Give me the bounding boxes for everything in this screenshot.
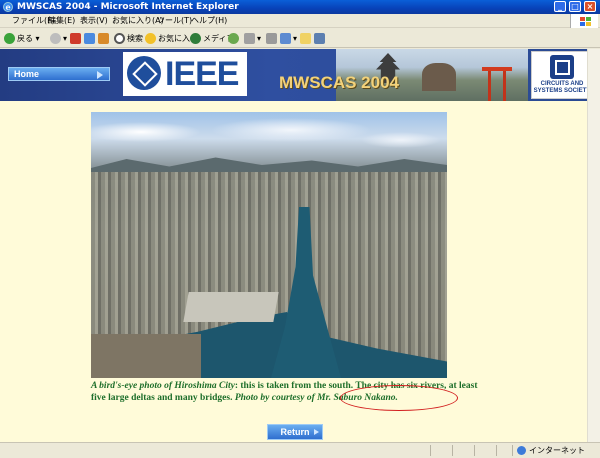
mail-button[interactable]: ▾ — [244, 32, 261, 45]
cas-logo-icon — [550, 55, 574, 79]
menu-tools[interactable]: ツール(T) — [157, 16, 192, 26]
menu-view[interactable]: 表示(V) — [80, 16, 108, 26]
search-icon — [114, 33, 125, 44]
menu-edit[interactable]: 編集(E) — [48, 16, 75, 26]
history-button[interactable] — [228, 32, 241, 45]
atomic-dome-image — [422, 63, 456, 91]
home-page-button[interactable] — [98, 32, 111, 45]
edit-icon — [280, 33, 291, 44]
folder-icon — [300, 33, 311, 44]
vertical-scrollbar[interactable] — [587, 49, 600, 442]
site-banner: Home IEEE MWSCAS 2004 CIRCUITS AND SYSTE… — [0, 49, 600, 101]
arrow-right-icon — [314, 429, 319, 435]
history-icon — [228, 33, 239, 44]
print-button[interactable] — [266, 32, 279, 45]
messenger-icon — [314, 33, 325, 44]
forward-arrow-icon — [50, 33, 61, 44]
minimize-button[interactable]: _ — [554, 1, 566, 12]
arrow-right-icon — [97, 71, 103, 79]
menu-help[interactable]: ヘルプ(H) — [191, 16, 227, 26]
home-icon — [98, 33, 109, 44]
security-zone-label: インターネット — [529, 446, 585, 455]
credit-highlight-oval — [340, 385, 458, 411]
back-button[interactable]: 戻る ▾ — [4, 32, 40, 45]
media-icon — [190, 33, 201, 44]
internet-zone-icon — [517, 446, 526, 455]
forward-button[interactable]: ▾ — [50, 32, 67, 45]
mail-icon — [244, 33, 255, 44]
edit-button[interactable]: ▾ — [280, 32, 297, 45]
windows-logo-icon — [570, 14, 598, 28]
stop-icon — [70, 33, 81, 44]
refresh-button[interactable] — [84, 32, 97, 45]
maximize-button[interactable]: □ — [569, 1, 581, 12]
toolbar: 戻る ▾ ▾ 検索 お気に入り メディア ▾ ▾ — [0, 29, 600, 48]
return-button[interactable]: Return — [267, 424, 323, 440]
window-title: MWSCAS 2004 - Microsoft Internet Explore… — [17, 2, 239, 12]
stop-button[interactable] — [70, 32, 83, 45]
ieee-logo: IEEE — [123, 52, 247, 96]
hiroshima-aerial-photo — [91, 112, 447, 378]
home-link-button[interactable]: Home — [8, 67, 110, 81]
status-bar: インターネット — [0, 442, 600, 458]
web-page: Home IEEE MWSCAS 2004 CIRCUITS AND SYSTE… — [0, 49, 600, 442]
star-icon — [145, 33, 156, 44]
messenger-button[interactable] — [314, 32, 327, 45]
discuss-button[interactable] — [300, 32, 313, 45]
torii-gate-image — [482, 67, 512, 101]
close-button[interactable]: × — [584, 1, 596, 12]
search-button[interactable]: 検索 — [114, 32, 143, 45]
menu-favorites[interactable]: お気に入り(A) — [112, 16, 164, 26]
caption-title: A bird's-eye photo of Hiroshima City — [91, 381, 235, 391]
window-title-bar[interactable]: e MWSCAS 2004 - Microsoft Internet Explo… — [0, 0, 600, 14]
conference-title: MWSCAS 2004 — [279, 73, 399, 92]
refresh-icon — [84, 33, 95, 44]
ieee-diamond-icon — [127, 56, 161, 90]
internet-explorer-icon: e — [3, 2, 13, 12]
menu-bar: ファイル(F) 編集(E) 表示(V) お気に入り(A) ツール(T) ヘルプ(… — [0, 14, 600, 28]
cas-society-logo: CIRCUITS AND SYSTEMS SOCIETY — [531, 51, 593, 99]
back-arrow-icon — [4, 33, 15, 44]
print-icon — [266, 33, 277, 44]
